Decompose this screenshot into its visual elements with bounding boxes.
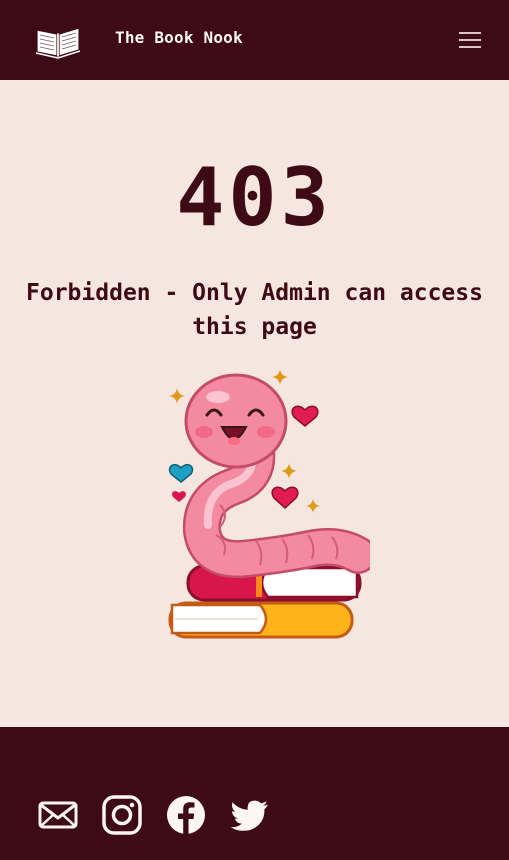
envelope-icon[interactable] xyxy=(36,793,80,837)
error-code: 403 xyxy=(176,151,333,244)
error-message: Forbidden - Only Admin can access this p… xyxy=(26,280,483,340)
twitter-icon[interactable] xyxy=(228,793,272,837)
footer xyxy=(0,727,509,860)
hamburger-menu-icon[interactable] xyxy=(454,26,486,54)
instagram-icon[interactable] xyxy=(100,793,144,837)
worm-on-books-illustration xyxy=(160,365,377,647)
facebook-icon[interactable] xyxy=(164,793,208,837)
open-book-icon[interactable] xyxy=(34,20,82,60)
brand-name[interactable]: The Book Nook xyxy=(115,28,243,47)
navbar: The Book Nook xyxy=(0,0,509,80)
